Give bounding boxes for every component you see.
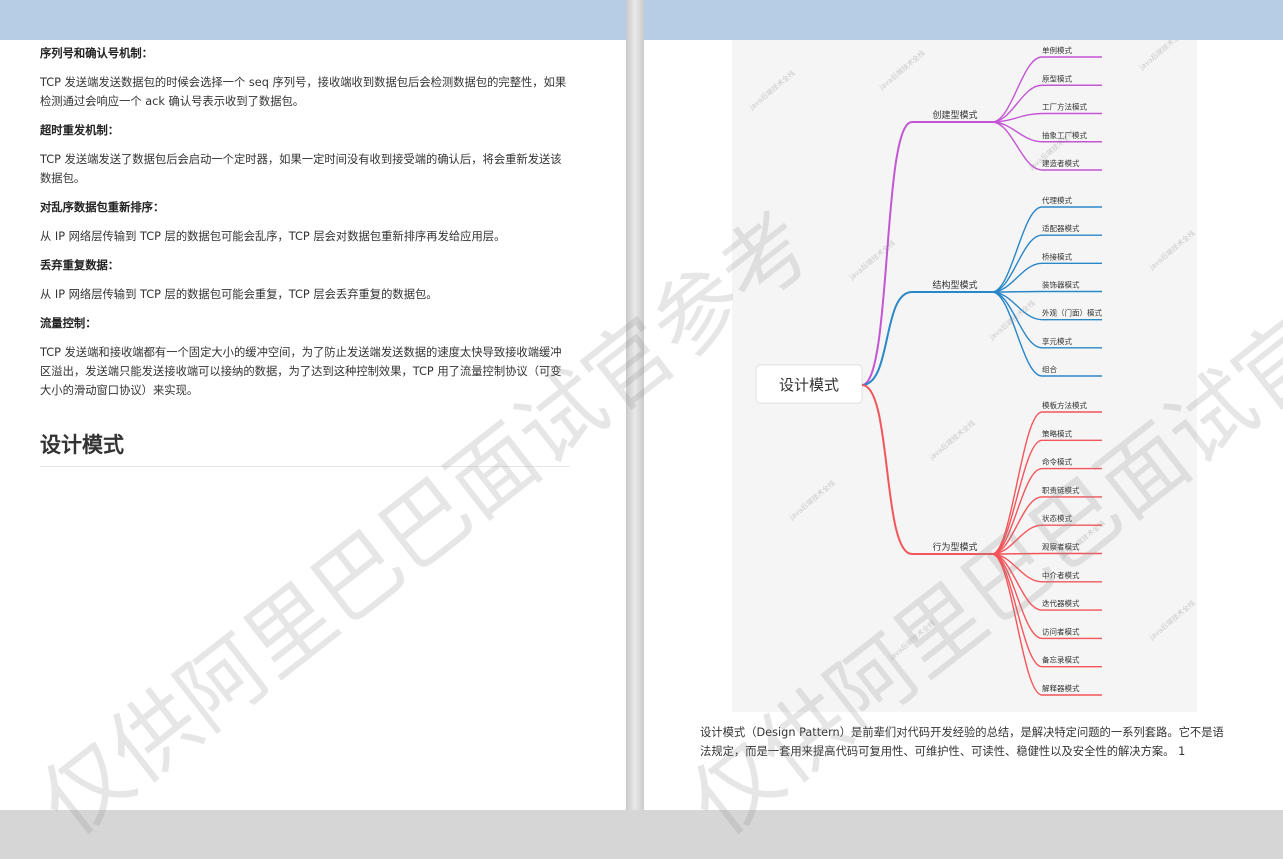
mindmap-leaf-label: 命令模式 (1042, 457, 1072, 467)
section-title: 超时重发机制： (40, 124, 120, 137)
section-paragraph: 从 IP 网络层传输到 TCP 层的数据包可能会重复，TCP 层会丢弃重复的数据… (40, 288, 438, 301)
left-page: 序列号和确认号机制： TCP 发送端发送数据包的时候会选择一个 seq 序列号，… (0, 0, 626, 810)
mindmap-leaf-label: 享元模式 (1042, 336, 1072, 346)
mindmap-small-watermark: java后端技术全栈 (787, 478, 837, 522)
mindmap-figure: 设计模式 创建型模式 单例模式 原型模式 工厂方法模式 抽象工厂模式 建造者模式 结构型模式代… (732, 40, 1197, 712)
mindmap-leaf-label: 装饰器模式 (1042, 280, 1080, 290)
mindmap-leaf-label: 适配器模式 (1042, 223, 1080, 233)
section-title: 流量控制： (40, 317, 97, 330)
mindmap-small-watermark: java后端技术全栈 (747, 68, 797, 112)
mindmap-small-watermark: java后端技术全栈 (1147, 228, 1197, 272)
section-title: 序列号和确认号机制： (40, 47, 153, 60)
mindmap-small-watermark: java后端技术全栈 (1137, 40, 1187, 72)
mindmap-small-watermark: java后端技术全栈 (847, 238, 897, 282)
mindmap-svg: 设计模式创建型模式单例模式原型模式工厂方法模式抽象工厂模式建造者模式结构型模式代… (747, 40, 1197, 696)
section-paragraph: TCP 发送端发送了数据包后会启动一个定时器，如果一定时间没有收到接受端的确认后… (40, 153, 562, 185)
mindmap-leaf-connector (991, 552, 1102, 555)
mindmap-branch-connector (861, 291, 992, 386)
mindmap-small-watermark: java后端技术全栈 (927, 418, 977, 462)
design-pattern-heading: 设计模式 (40, 430, 570, 467)
page-gutter (626, 0, 644, 810)
section-paragraph: TCP 发送端和接收端都有一个固定大小的缓冲空间，为了防止发送端发送数据的速度太… (40, 346, 562, 397)
mindmap-leaf-label: 代理模式 (1042, 195, 1072, 205)
mindmap-leaf-label: 组合 (1042, 364, 1058, 374)
mindmap-small-watermark: java后端技术全栈 (1147, 598, 1197, 642)
section-title: 对乱序数据包重新排序： (40, 201, 165, 214)
right-paragraph: 设计模式（Design Pattern）是前辈们对代码开发经验的总结，是解决特定… (700, 726, 1224, 758)
mindmap-leaf-label: 状态模式 (1042, 513, 1072, 523)
left-page-header (0, 0, 626, 40)
mindmap-leaf-label: 模板方法模式 (1042, 400, 1087, 410)
mindmap-leaf-label: 访问者模式 (1042, 626, 1080, 636)
mindmap-branch-connector (861, 384, 992, 555)
mindmap-leaf-label: 原型模式 (1042, 73, 1072, 83)
section-title: 丢弃重复数据： (40, 259, 120, 272)
mindmap-root-label: 设计模式 (779, 376, 839, 394)
mindmap-leaf-label: 策略模式 (1042, 428, 1072, 438)
mindmap-leaf-connector (991, 290, 1102, 293)
mindmap-small-watermark: java后端技术全栈 (987, 298, 1037, 342)
section-paragraph: TCP 发送端发送数据包的时候会选择一个 seq 序列号，接收端收到数据包后会检… (40, 76, 567, 108)
section-paragraph: 从 IP 网络层传输到 TCP 层的数据包可能会乱序，TCP 层会对数据包重新排… (40, 230, 506, 243)
mindmap-leaf-label: 单例模式 (1042, 45, 1072, 55)
mindmap-leaf-label: 备忘录模式 (1042, 655, 1080, 665)
mindmap-branch-label: 行为型模式 (932, 541, 977, 553)
mindmap-leaf-connector (991, 56, 1102, 123)
mindmap-leaf-label: 职责链模式 (1042, 485, 1080, 495)
mindmap-leaf-connector (991, 112, 1102, 123)
mindmap-small-watermark: java后端技术全栈 (887, 618, 937, 662)
mindmap-leaf-label: 桥接模式 (1042, 251, 1072, 261)
mindmap-leaf-label: 迭代器模式 (1042, 598, 1080, 608)
mindmap-leaf-label: 建造者模式 (1042, 158, 1080, 168)
mindmap-leaf-label: 解释器模式 (1042, 683, 1080, 693)
left-content: 序列号和确认号机制： TCP 发送端发送数据包的时候会选择一个 seq 序列号，… (40, 44, 570, 467)
mindmap-leaf-label: 外观（门面）模式 (1042, 308, 1102, 318)
right-page-header (644, 0, 1283, 40)
mindmap-small-watermark: java后端技术全栈 (877, 48, 927, 92)
mindmap-branch-label: 结构型模式 (932, 279, 977, 291)
mindmap-leaf-label: 中介者模式 (1042, 570, 1080, 580)
mindmap-branch-label: 创建型模式 (932, 109, 977, 121)
mindmap-leaf-label: 工厂方法模式 (1042, 102, 1087, 112)
